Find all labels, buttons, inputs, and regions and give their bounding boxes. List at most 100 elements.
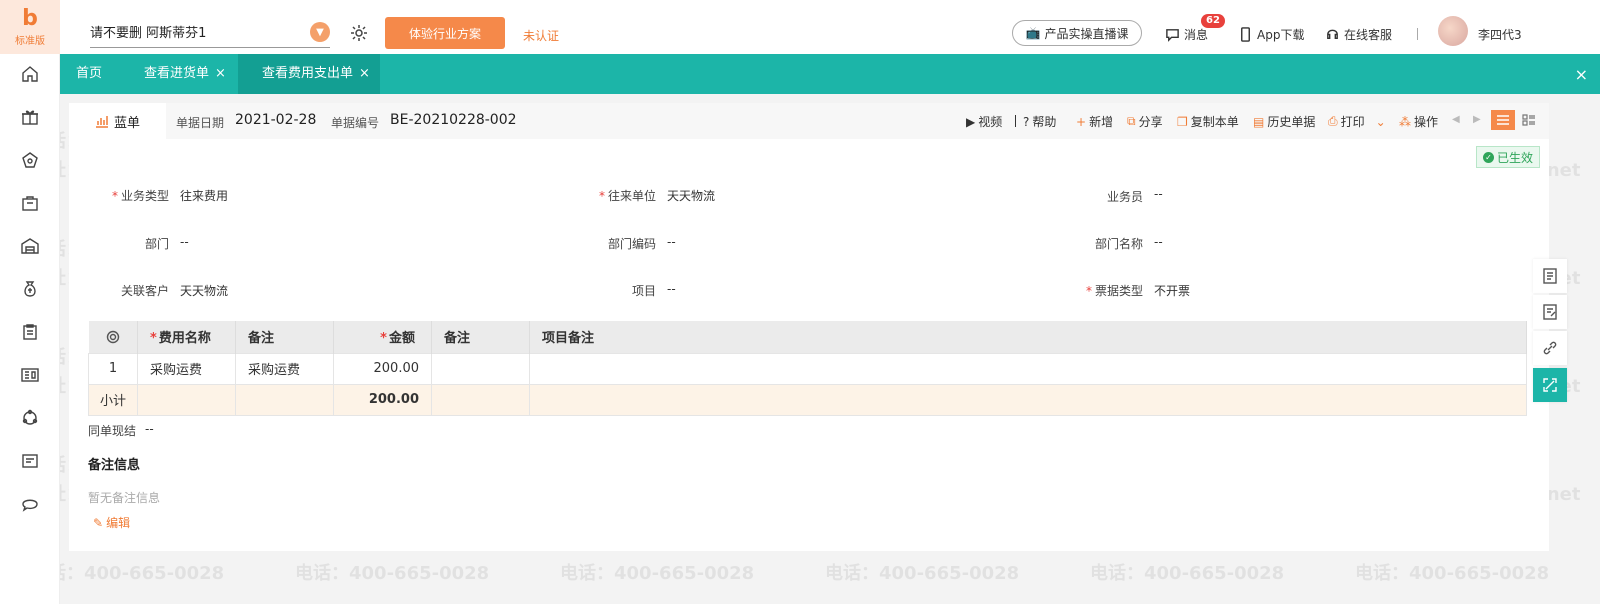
gift-icon[interactable] xyxy=(18,105,42,129)
col-amount: * 金额 xyxy=(333,321,432,353)
watermark-text: 电话：400-665-0028 xyxy=(560,563,755,584)
clipboard-icon[interactable] xyxy=(18,320,42,344)
code-label: 单据编号 xyxy=(331,116,380,130)
subtotal-empty xyxy=(529,383,1527,416)
dept-name-label: 部门名称 xyxy=(1094,237,1143,251)
salesman-label: 业务员 xyxy=(1106,190,1143,204)
app-logo[interactable]: b 标准版 xyxy=(0,0,60,54)
history-icon: ▤ xyxy=(1253,114,1265,129)
chevron-down-icon[interactable]: ⌄ xyxy=(1376,115,1386,129)
chat-icon[interactable] xyxy=(18,492,42,516)
dept-value: -- xyxy=(180,235,189,249)
live-course-label: 产品实操直播课 xyxy=(1044,26,1129,41)
amount-cell: 200.00 xyxy=(333,352,432,385)
bill-type-tab[interactable]: 蓝单 xyxy=(69,103,166,139)
close-icon[interactable]: × xyxy=(359,54,370,94)
tab-bar: 首页 查看进货单 × 查看费用支出单 × × xyxy=(60,54,1600,94)
col-note: 备注 xyxy=(235,321,334,353)
document-icon[interactable] xyxy=(18,449,42,473)
share-button[interactable]: ⧉ 分享 xyxy=(1127,113,1163,130)
expense-table: * 费用名称 备注 * 金额 备注 项目备注 1 采购运费 采购运费 200.00 … xyxy=(88,321,1527,416)
subtotal-amount: 200.00 xyxy=(333,383,432,416)
table-row[interactable]: 1 采购运费 采购运费 200.00 xyxy=(88,352,1527,385)
grid-view-icon xyxy=(1522,114,1535,126)
expense-name-cell: 采购运费 xyxy=(137,352,236,385)
left-sidebar: b 标准版 xyxy=(0,0,60,604)
tab-purchase-order[interactable]: 查看进货单 × xyxy=(144,54,226,94)
customer-value: 天天物流 xyxy=(180,284,229,298)
live-course-button[interactable]: 📺 产品实操直播课 xyxy=(1012,20,1142,46)
next-icon[interactable]: ▶ xyxy=(1473,114,1481,125)
print-button[interactable]: ⎙ 打印 ⌄ xyxy=(1328,113,1386,130)
tab-expense-bill[interactable]: 查看费用支出单 × xyxy=(238,54,380,94)
support-link[interactable]: 在线客服 xyxy=(1325,26,1392,43)
report-icon[interactable] xyxy=(18,363,42,387)
close-icon[interactable]: × xyxy=(215,54,226,94)
history-button[interactable]: ▤ 历史单据 xyxy=(1253,113,1315,130)
cycle-icon[interactable] xyxy=(18,406,42,430)
notes-icon[interactable] xyxy=(1533,259,1567,293)
app-download-link[interactable]: App下载 xyxy=(1238,26,1304,43)
phone-icon xyxy=(1241,27,1250,42)
list-icon xyxy=(1497,115,1509,125)
col-expense-name: * 费用名称 xyxy=(137,321,236,353)
tab-label: 查看费用支出单 xyxy=(262,66,354,81)
list-view-button[interactable] xyxy=(1491,110,1515,130)
expand-icon[interactable] xyxy=(1533,368,1567,402)
project-value: -- xyxy=(667,282,676,296)
add-button[interactable]: + 新增 xyxy=(1076,113,1113,130)
edition-label: 标准版 xyxy=(15,36,45,47)
play-icon: ▶ xyxy=(966,114,976,129)
col-project-note: 项目备注 xyxy=(529,321,1527,353)
dept-label: 部门 xyxy=(144,237,169,251)
watermark-text: 电话：400-665-0028 xyxy=(1355,563,1550,584)
column-settings[interactable] xyxy=(88,321,138,353)
headset-icon xyxy=(1327,29,1338,39)
avatar[interactable] xyxy=(1438,16,1468,46)
gear-icon[interactable] xyxy=(350,24,368,42)
partner-label: * 往来单位 xyxy=(598,189,656,203)
industry-solution-button[interactable]: 体验行业方案 xyxy=(385,17,505,49)
project-note-cell xyxy=(529,352,1527,385)
link-icon[interactable] xyxy=(1533,331,1567,365)
operations-button[interactable]: ⁂ 操作 xyxy=(1399,113,1438,130)
remark-empty: 暂无备注信息 xyxy=(88,491,161,505)
video-button[interactable]: ▶ 视频 xyxy=(966,113,1002,130)
home-icon[interactable] xyxy=(18,62,42,86)
prev-icon[interactable]: ◀ xyxy=(1452,114,1460,125)
add-label: 新增 xyxy=(1089,115,1114,129)
help-button[interactable]: ? 帮助 xyxy=(1023,113,1056,130)
customer-label: 关联客户 xyxy=(120,284,169,298)
chart-icon xyxy=(95,116,108,128)
printer-icon: ⎙ xyxy=(1328,114,1338,128)
cash-settle-label: 同单现结 xyxy=(88,424,137,438)
certification-status[interactable]: 未认证 xyxy=(523,27,559,44)
money-bag-icon[interactable] xyxy=(18,277,42,301)
card-view-button[interactable] xyxy=(1517,110,1541,130)
dept-code-label: 部门编码 xyxy=(607,237,656,251)
invoice-type-value: 不开票 xyxy=(1154,284,1191,298)
tab-label: 查看进货单 xyxy=(144,66,210,81)
watermark-text: 电话：400-665-0028 xyxy=(825,563,1020,584)
edit-doc-icon[interactable] xyxy=(1533,295,1567,329)
company-name[interactable]: 请不要删 阿斯蒂芬1 xyxy=(90,22,330,48)
purchase-icon[interactable] xyxy=(18,148,42,172)
ops-label: 操作 xyxy=(1414,115,1439,129)
warehouse-icon[interactable] xyxy=(18,234,42,258)
bag-icon[interactable] xyxy=(18,191,42,215)
copy-bill-button[interactable]: ❐ 复制本单 xyxy=(1177,113,1239,130)
status-badge: ✓ 已生效 xyxy=(1476,146,1541,168)
date-label: 单据日期 xyxy=(176,116,225,130)
edit-icon: ✎ xyxy=(93,515,104,530)
partner-value: 天天物流 xyxy=(667,189,716,203)
username[interactable]: 李四代3 xyxy=(1478,26,1522,43)
edit-remark-link[interactable]: ✎ 编辑 xyxy=(93,514,130,531)
divider xyxy=(1417,28,1418,40)
message-count-badge: 62 xyxy=(1201,14,1225,28)
plus-icon: + xyxy=(1076,114,1087,129)
message-icon xyxy=(1166,29,1179,42)
messages-link[interactable]: 消息 xyxy=(1165,26,1208,43)
chevron-down-icon[interactable]: ▼ xyxy=(310,22,330,42)
tab-home[interactable]: 首页 xyxy=(76,54,102,94)
close-all-tabs-icon[interactable]: × xyxy=(1575,65,1588,84)
